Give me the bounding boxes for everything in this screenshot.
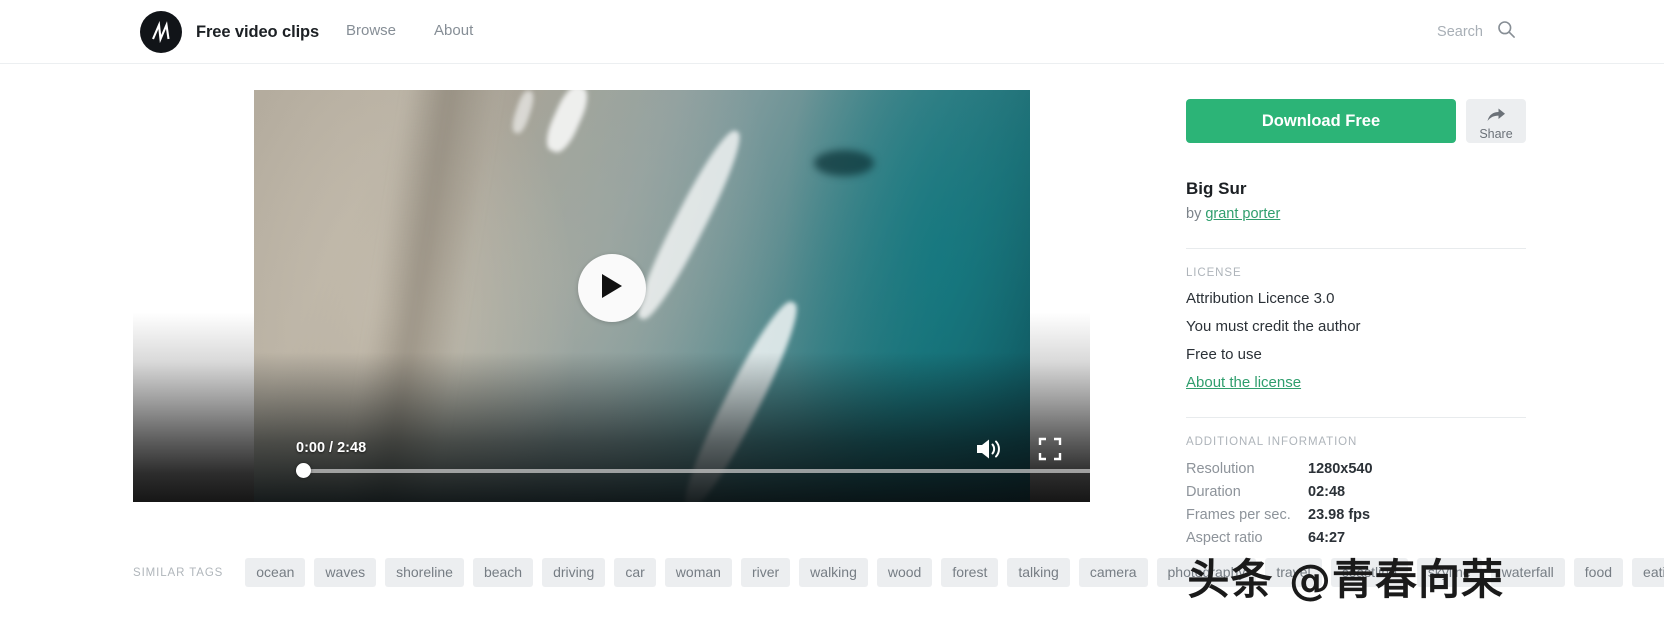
player-controls-right xyxy=(975,437,1062,466)
divider xyxy=(1186,248,1526,249)
info-value: 1280x540 xyxy=(1308,461,1373,477)
share-button[interactable]: Share xyxy=(1466,99,1526,143)
search-input[interactable] xyxy=(1411,24,1483,40)
page-title: Big Sur xyxy=(1186,179,1247,198)
tag-chip[interactable]: shoreline xyxy=(385,558,464,587)
video-bottom-shade xyxy=(254,352,1030,502)
tag-chip[interactable]: car xyxy=(614,558,656,587)
license-line: You must credit the author xyxy=(1186,318,1361,335)
share-button-label: Share xyxy=(1479,126,1513,141)
video-player[interactable]: 0:00 / 2:48 xyxy=(133,90,1090,502)
letterbox-left xyxy=(133,90,255,502)
info-value: 23.98 fps xyxy=(1308,507,1371,523)
details-sidebar: Download Free Share Big Sur by grant por… xyxy=(1186,99,1526,553)
site-header: Free video clips Browse About xyxy=(0,0,1664,64)
time-display: 0:00 / 2:48 xyxy=(296,440,367,456)
m-monogram-logo-icon[interactable] xyxy=(140,11,182,53)
brand-name: Free video clips xyxy=(196,22,320,41)
divider xyxy=(1186,417,1526,418)
tag-chip[interactable]: woman xyxy=(664,558,732,587)
progress-bar[interactable] xyxy=(296,463,1090,478)
main-nav: Browse About xyxy=(346,22,473,39)
similar-tags-row: SIMILAR TAGS ocean waves shoreline beach… xyxy=(133,558,1664,587)
tag-chip[interactable]: camera xyxy=(1078,558,1148,587)
nav-link-about[interactable]: About xyxy=(434,22,473,39)
info-value: 64:27 xyxy=(1308,530,1346,546)
info-key: Frames per sec. xyxy=(1186,507,1291,523)
nav-link-browse[interactable]: Browse xyxy=(346,22,396,39)
author-link[interactable]: grant porter xyxy=(1205,206,1280,222)
tag-chip[interactable]: driving xyxy=(542,558,606,587)
tag-chip[interactable]: walking xyxy=(799,558,868,587)
license-line: Attribution Licence 3.0 xyxy=(1186,290,1335,307)
table-row: Resolution 1280x540 xyxy=(1186,461,1526,484)
additional-info-table: Resolution 1280x540 Duration 02:48 Frame… xyxy=(1186,461,1526,553)
similar-tags-label: SIMILAR TAGS xyxy=(133,566,224,579)
video-still-rock xyxy=(814,150,874,176)
search-icon[interactable] xyxy=(1497,20,1516,44)
tag-chip[interactable]: food xyxy=(1573,558,1624,587)
tag-chip[interactable]: waterfall xyxy=(1490,558,1565,587)
play-triangle-icon xyxy=(599,272,625,305)
download-free-button[interactable]: Download Free xyxy=(1186,99,1456,143)
tag-chip[interactable]: beach xyxy=(472,558,534,587)
progress-track[interactable] xyxy=(296,469,1090,473)
tag-chip[interactable]: travel xyxy=(1265,558,1322,587)
tag-chip[interactable]: coastline xyxy=(1330,558,1408,587)
play-button[interactable] xyxy=(577,254,646,322)
tag-chip[interactable]: skyline xyxy=(1416,558,1482,587)
about-license-link-wrap: About the license xyxy=(1186,374,1526,391)
table-row: Aspect ratio 64:27 xyxy=(1186,530,1526,553)
byline-prefix: by xyxy=(1186,206,1206,222)
tag-chip[interactable]: forest xyxy=(941,558,999,587)
tag-chip[interactable]: eating xyxy=(1632,558,1664,587)
progress-knob[interactable] xyxy=(296,463,311,478)
table-row: Frames per sec. 23.98 fps xyxy=(1186,507,1526,530)
license-line: Free to use xyxy=(1186,346,1262,363)
tag-chip[interactable]: photography xyxy=(1156,558,1257,587)
info-key: Aspect ratio xyxy=(1186,530,1263,546)
license-section-label: LICENSE xyxy=(1186,267,1242,279)
tag-chip[interactable]: ocean xyxy=(245,558,306,587)
brand[interactable]: Free video clips xyxy=(140,11,319,53)
volume-on-icon[interactable] xyxy=(975,437,1003,466)
cta-row: Download Free Share xyxy=(1186,99,1526,143)
additional-info-section-label: ADDITIONAL INFORMATION xyxy=(1186,436,1358,448)
fullscreen-icon[interactable] xyxy=(1038,437,1062,466)
byline: by grant porter xyxy=(1186,206,1526,222)
table-row: Duration 02:48 xyxy=(1186,484,1526,507)
search-box[interactable] xyxy=(1411,20,1516,44)
info-key: Resolution xyxy=(1186,461,1255,477)
info-value: 02:48 xyxy=(1308,484,1346,500)
tag-chip[interactable]: river xyxy=(740,558,791,587)
tag-chip[interactable]: waves xyxy=(314,558,377,587)
info-key: Duration xyxy=(1186,484,1241,500)
tag-chip[interactable]: talking xyxy=(1007,558,1070,587)
tag-chip[interactable]: wood xyxy=(876,558,933,587)
about-the-license-link[interactable]: About the license xyxy=(1186,374,1301,391)
share-arrow-icon xyxy=(1486,106,1506,126)
